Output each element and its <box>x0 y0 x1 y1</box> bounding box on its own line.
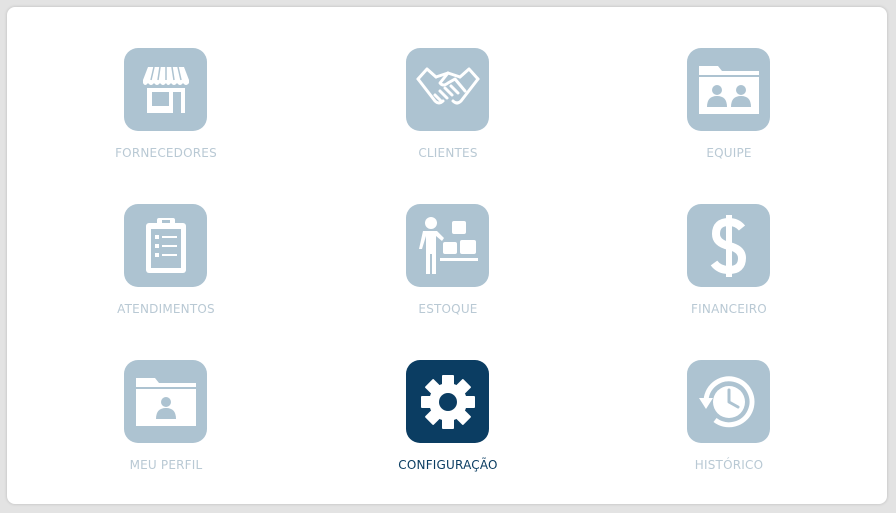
menu-item-historico[interactable]: HISTÓRICO <box>629 360 829 490</box>
dollar-icon <box>687 204 770 287</box>
menu-item-fornecedores[interactable]: FORNECEDORES <box>66 48 266 178</box>
menu-item-label: FINANCEIRO <box>691 302 767 316</box>
menu-item-label: ATENDIMENTOS <box>117 302 215 316</box>
menu-item-equipe[interactable]: EQUIPE <box>629 48 829 178</box>
menu-panel: FORNECEDORES CLIENTES EQUIPE ATENDIMENTO… <box>7 7 887 504</box>
stock-person-boxes-icon <box>406 204 489 287</box>
profile-folder-icon <box>124 360 207 443</box>
menu-item-estoque[interactable]: ESTOQUE <box>348 204 548 334</box>
menu-item-configuracao[interactable]: CONFIGURAÇÃO <box>348 360 548 490</box>
store-icon <box>124 48 207 131</box>
menu-item-label: EQUIPE <box>706 146 752 160</box>
menu-item-financeiro[interactable]: FINANCEIRO <box>629 204 829 334</box>
history-clock-icon <box>687 360 770 443</box>
menu-item-label: CONFIGURAÇÃO <box>398 458 498 472</box>
menu-item-label: ESTOQUE <box>418 302 478 316</box>
menu-item-label: HISTÓRICO <box>694 458 764 472</box>
gear-icon <box>406 360 489 443</box>
menu-item-label: MEU PERFIL <box>129 458 203 472</box>
handshake-icon <box>406 48 489 131</box>
menu-item-label: CLIENTES <box>418 146 478 160</box>
menu-item-label: FORNECEDORES <box>115 146 217 160</box>
team-folder-icon <box>687 48 770 131</box>
menu-item-atendimentos[interactable]: ATENDIMENTOS <box>66 204 266 334</box>
menu-item-clientes[interactable]: CLIENTES <box>348 48 548 178</box>
clipboard-icon <box>124 204 207 287</box>
menu-item-meu-perfil[interactable]: MEU PERFIL <box>66 360 266 490</box>
